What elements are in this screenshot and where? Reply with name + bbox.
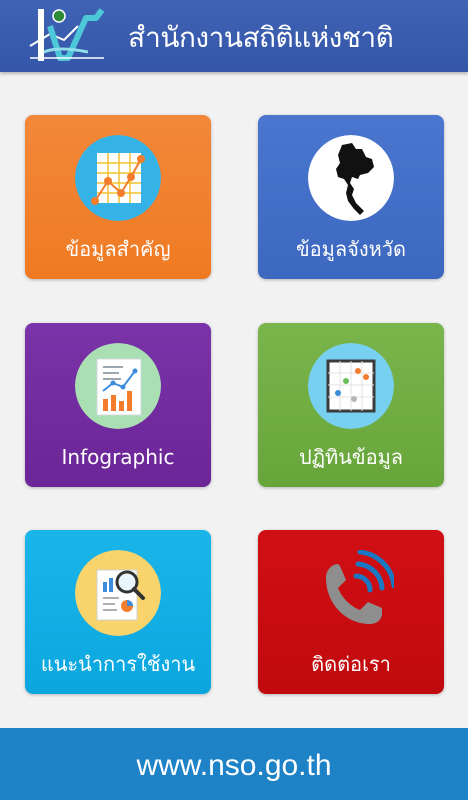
phone-icon (308, 550, 394, 636)
thailand-map-icon (308, 135, 394, 221)
tile-label: แนะนำการใช้งาน (40, 652, 196, 676)
tile-label: ข้อมูลสำคัญ (65, 237, 171, 261)
tile-label: ปฏิทินข้อมูล (298, 445, 404, 469)
app-header: สำนักงานสถิติแห่งชาติ (0, 0, 468, 72)
line-chart-icon (75, 135, 161, 221)
menu-tile-contact-us[interactable]: ติดต่อเรา (258, 530, 444, 694)
footer-bar: www.nso.go.th (0, 728, 468, 800)
menu-tile-infographic[interactable]: Infographic (25, 323, 211, 487)
magnifier-report-icon (75, 550, 161, 636)
tile-label: ข้อมูลจังหวัด (295, 237, 406, 261)
tile-label: Infographic (61, 445, 175, 469)
menu-tile-province-data[interactable]: ข้อมูลจังหวัด (258, 115, 444, 279)
nso-logo-icon (28, 6, 106, 66)
app-title: สำนักงานสถิติแห่งชาติ (128, 21, 394, 54)
infographic-document-icon (75, 343, 161, 429)
menu-tile-data-calendar[interactable]: ปฏิทินข้อมูล (258, 323, 444, 487)
website-link[interactable]: www.nso.go.th (0, 746, 468, 786)
menu-tile-user-guide[interactable]: แนะนำการใช้งาน (25, 530, 211, 694)
menu-tile-key-data[interactable]: ข้อมูลสำคัญ (25, 115, 211, 279)
tile-label: ติดต่อเรา (311, 652, 391, 676)
calendar-grid-icon (308, 343, 394, 429)
